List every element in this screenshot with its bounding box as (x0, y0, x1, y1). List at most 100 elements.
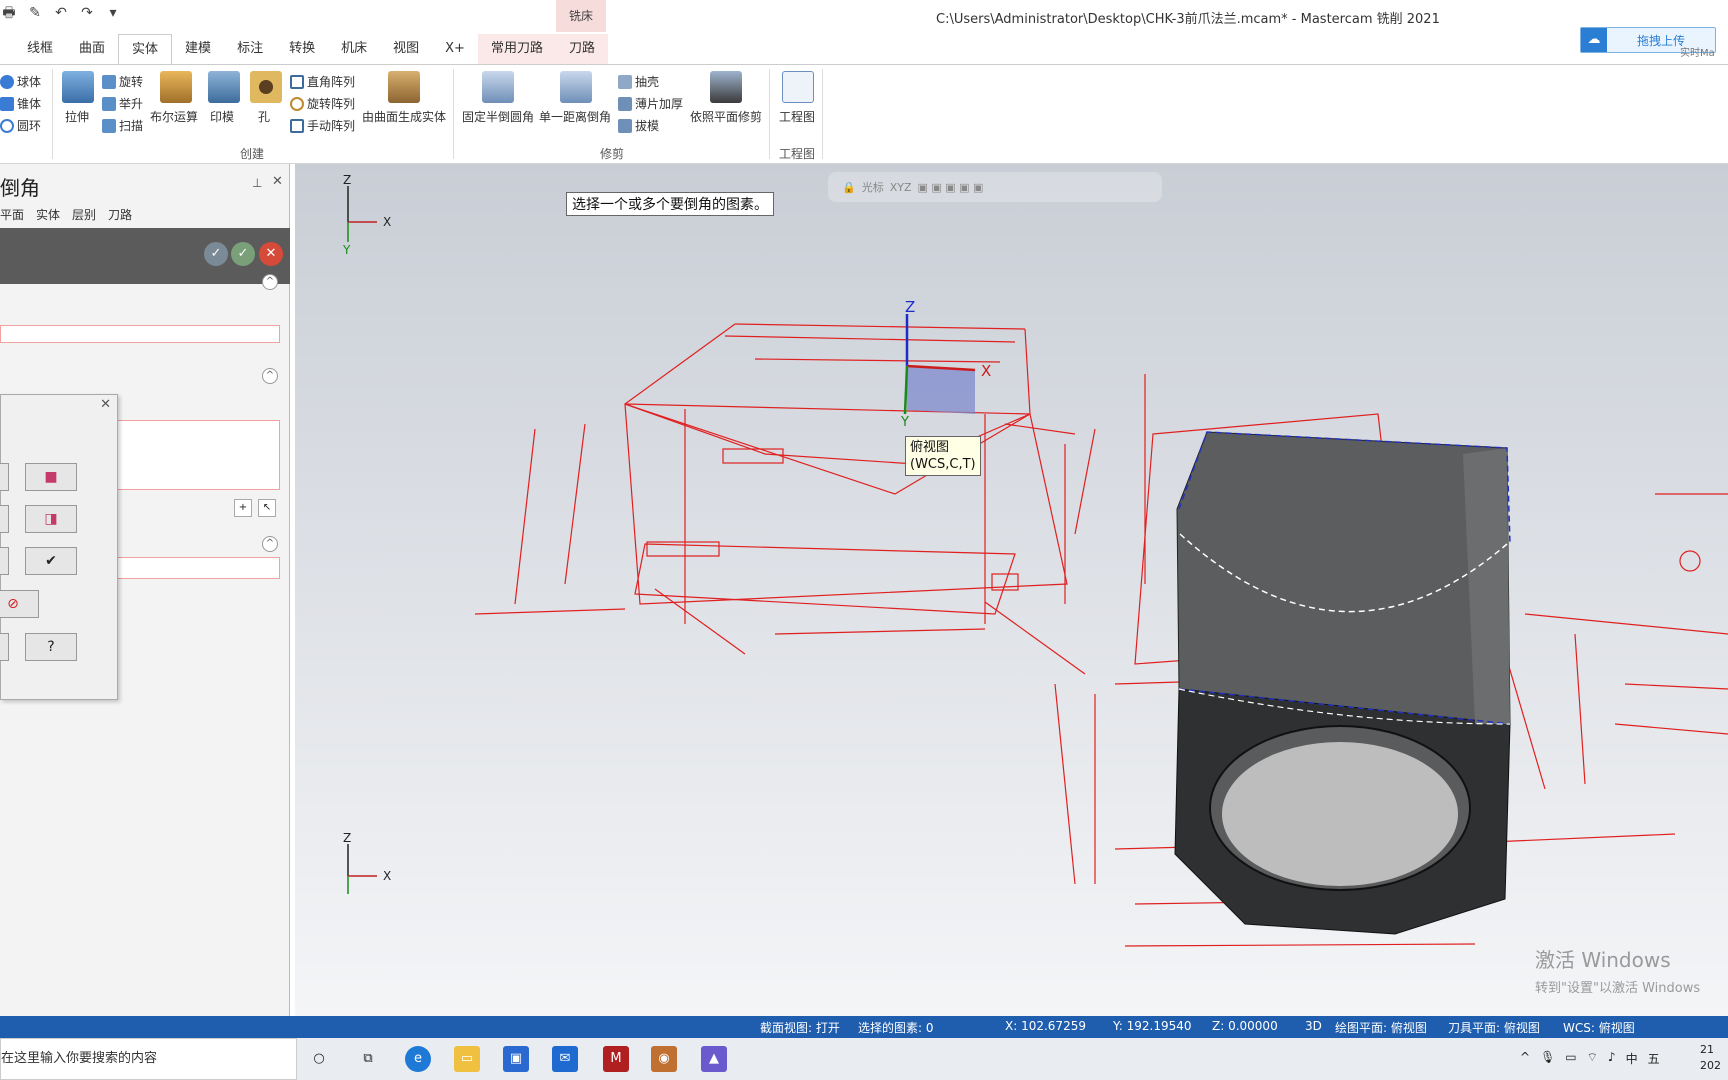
collapse-icon[interactable]: ^ (262, 368, 278, 384)
chevron-up-icon[interactable]: ^ (1520, 1050, 1530, 1067)
sphere-button[interactable]: 球体 (0, 73, 41, 90)
print-icon[interactable]: 🖶 (0, 4, 18, 22)
extrude-icon[interactable] (62, 71, 94, 103)
volume-icon[interactable]: ♪ (1608, 1050, 1616, 1067)
app-icon[interactable]: ◉ (651, 1046, 677, 1072)
apply-add-icon[interactable]: ✓ (204, 242, 228, 266)
cancel-icon[interactable]: ✕ (259, 242, 283, 266)
chamfer-button[interactable]: 单一距离倒角 (539, 108, 611, 125)
help-button[interactable]: ? (25, 633, 77, 661)
clock-date: 202 (1700, 1059, 1721, 1072)
recorder-icon[interactable]: ▲ (701, 1046, 727, 1072)
clock[interactable]: 21 202 (1700, 1042, 1721, 1074)
tab-view[interactable]: 视图 (380, 34, 432, 64)
select-mode-button[interactable] (0, 547, 9, 575)
rot-array-button[interactable]: 旋转阵列 (290, 95, 355, 112)
tab-wireframe[interactable]: 线框 (14, 34, 66, 64)
shell-button[interactable]: 抽壳 (618, 73, 659, 90)
boolean-icon[interactable] (160, 71, 192, 103)
pointer-icon[interactable]: ↖ (258, 499, 276, 517)
redo-icon[interactable]: ↷ (78, 4, 96, 22)
chamfer-panel: 倒角 ⊥ ✕ 平面 实体 层别 刀路 ✓ ✓ ✕ ^ ^ + ↖ ^ ✕ ■ ◨… (0, 164, 290, 1016)
wcs-status[interactable]: WCS: 俯视图 (1563, 1019, 1635, 1036)
imprint-button[interactable]: 印模 (210, 108, 234, 125)
revolve-button[interactable]: 旋转 (102, 73, 143, 90)
undo-icon[interactable]: ↶ (52, 4, 70, 22)
mail-icon[interactable]: ✉ (552, 1046, 578, 1072)
tab-common-toolpaths[interactable]: 常用刀路 (477, 34, 556, 64)
thicken-button[interactable]: 薄片加厚 (618, 95, 683, 112)
loft-button[interactable]: 举升 (102, 95, 143, 112)
ime-indicator[interactable]: 五 (1648, 1050, 1660, 1067)
add-selection-icon[interactable]: + (234, 499, 252, 517)
mastercam-icon[interactable]: M (603, 1046, 629, 1072)
input-language[interactable]: 中 (1626, 1050, 1638, 1067)
draft-button[interactable]: 拔模 (618, 117, 659, 134)
select-mode-button[interactable] (0, 505, 9, 533)
taskbar-search[interactable]: 在这里输入你要搜索的内容 (0, 1038, 297, 1080)
panel-tab-levels[interactable]: 层别 (72, 206, 96, 223)
solid-from-surfaces-button[interactable]: 由曲面生成实体 (362, 108, 446, 125)
panel-tab-solids[interactable]: 实体 (36, 206, 60, 223)
solid-body-select-button[interactable]: ■ (25, 463, 77, 491)
trim-to-plane-button[interactable]: 依照平面修剪 (690, 108, 762, 125)
cortana-icon[interactable]: ○ (306, 1046, 332, 1072)
extrude-button[interactable]: 拉伸 (65, 108, 89, 125)
cone-button[interactable]: 锥体 (0, 95, 41, 112)
layout-icon[interactable] (782, 71, 814, 103)
select-mode-button[interactable] (0, 633, 9, 661)
panel-tab-toolpaths[interactable]: 刀路 (108, 206, 132, 223)
clear-selection-button[interactable]: ⊘ (0, 590, 39, 618)
solid-from-surfaces-icon[interactable] (388, 71, 420, 103)
store-icon[interactable]: ▣ (503, 1046, 529, 1072)
customize-dropdown-icon[interactable]: ▾ (104, 4, 122, 22)
chamfer-target-solid[interactable] (1174, 431, 1511, 935)
chamfer-icon[interactable] (560, 71, 592, 103)
tab-model-prep[interactable]: 建模 (172, 34, 224, 64)
fillet-icon[interactable] (482, 71, 514, 103)
section-view-status[interactable]: 截面视图: 打开 (760, 1019, 840, 1036)
tab-solids[interactable]: 实体 (118, 34, 173, 64)
network-icon[interactable]: ⌔ (1587, 1050, 1598, 1067)
tab-xplus[interactable]: X+ (432, 34, 478, 64)
trim-to-plane-icon[interactable] (710, 71, 742, 103)
file-explorer-icon[interactable]: ▭ (454, 1046, 480, 1072)
battery-icon[interactable]: ▭ (1565, 1050, 1576, 1067)
windows-taskbar: 在这里输入你要搜索的内容 ○ ⧉ e ▭ ▣ ✉ M ◉ ▲ ^ 🎙 ▭ ⌔ ♪… (0, 1038, 1728, 1080)
save-icon[interactable]: ✎ (26, 4, 44, 22)
boolean-button[interactable]: 布尔运算 (150, 108, 198, 125)
face-select-button[interactable]: ◨ (25, 505, 77, 533)
microphone-icon[interactable]: 🎙 (1540, 1050, 1555, 1067)
tab-hidden[interactable] (0, 34, 14, 64)
mode-3d-toggle[interactable]: 3D (1305, 1019, 1322, 1033)
panel-tab-planes[interactable]: 平面 (0, 206, 24, 223)
manual-array-button[interactable]: 手动阵列 (290, 117, 355, 134)
graphics-viewport[interactable]: 🔒 光标 XYZ ▣ ▣ ▣ ▣ ▣ 选择一个或多个要倒角的图素。 Z X Y … (295, 164, 1728, 1016)
tab-machine[interactable]: 机床 (328, 34, 380, 64)
collapse-icon[interactable]: ^ (262, 536, 278, 552)
edge-icon[interactable]: e (405, 1046, 431, 1072)
layout-button[interactable]: 工程图 (779, 108, 815, 125)
selection-field[interactable] (0, 325, 280, 343)
pin-icon[interactable]: ⊥ (252, 176, 262, 190)
tab-surfaces[interactable]: 曲面 (66, 34, 118, 64)
hole-icon[interactable] (250, 71, 282, 103)
tab-transform[interactable]: 转换 (276, 34, 328, 64)
verify-select-button[interactable]: ✔ (25, 547, 77, 575)
sweep-button[interactable]: 扫描 (102, 117, 143, 134)
tab-toolpaths[interactable]: 刀路 (555, 34, 608, 64)
rect-array-button[interactable]: 直角阵列 (290, 73, 355, 90)
ok-icon[interactable]: ✓ (231, 242, 255, 266)
fillet-button[interactable]: 固定半倒圆角 (462, 108, 534, 125)
task-view-icon[interactable]: ⧉ (355, 1046, 381, 1072)
collapse-icon[interactable]: ^ (262, 274, 278, 290)
tplane-status[interactable]: 刀具平面: 俯视图 (1448, 1019, 1540, 1036)
select-mode-button[interactable] (0, 463, 9, 491)
close-icon[interactable]: ✕ (272, 174, 283, 189)
close-icon[interactable]: ✕ (100, 397, 111, 412)
tab-drafting[interactable]: 标注 (224, 34, 276, 64)
torus-button[interactable]: 圆环 (0, 117, 41, 134)
cplane-status[interactable]: 绘图平面: 俯视图 (1335, 1019, 1427, 1036)
hole-button[interactable]: 孔 (258, 108, 270, 125)
imprint-icon[interactable] (208, 71, 240, 103)
